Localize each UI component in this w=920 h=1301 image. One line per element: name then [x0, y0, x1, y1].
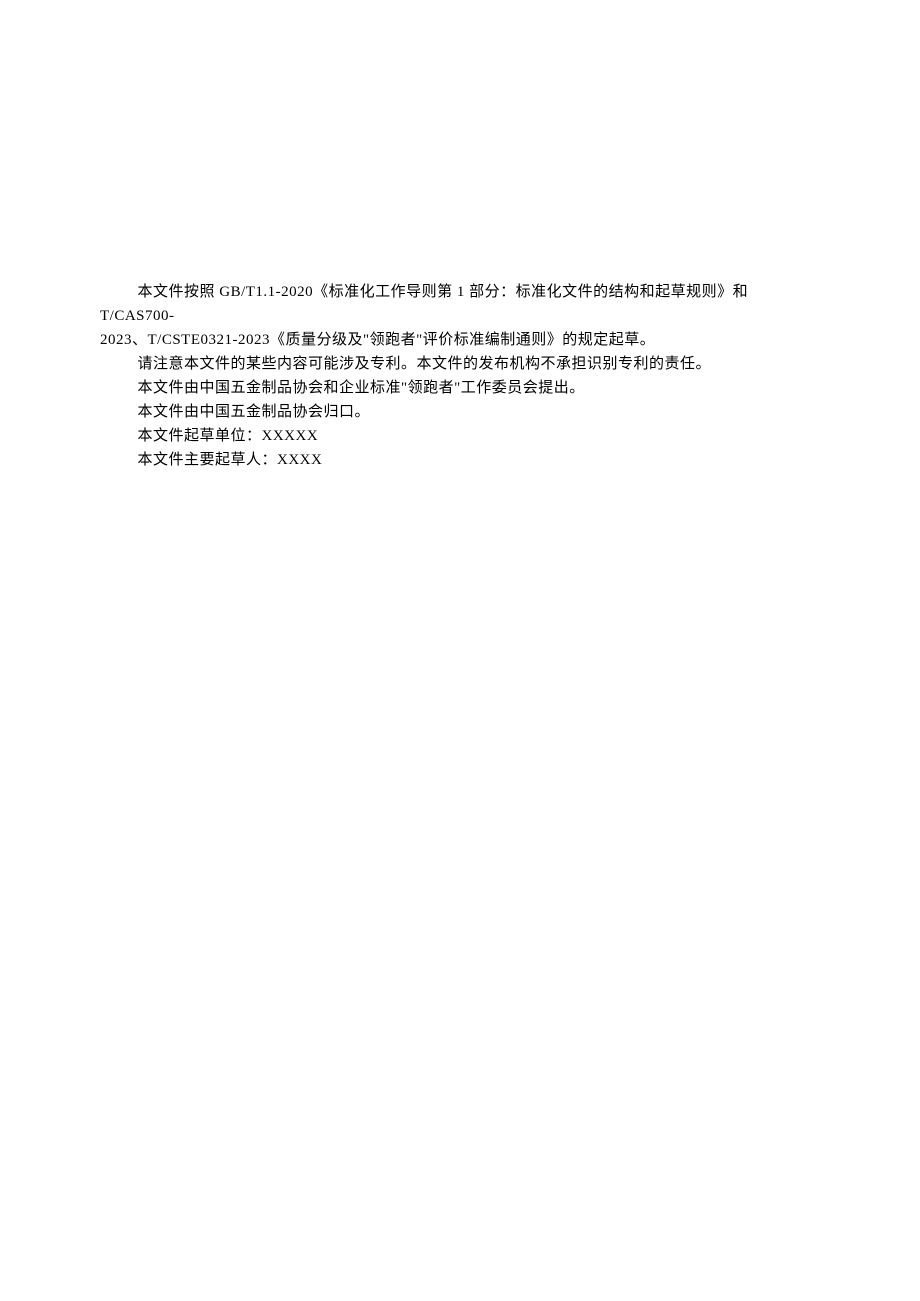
paragraph-2: 请注意本文件的某些内容可能涉及专利。本文件的发布机构不承担识别专利的责任。 — [100, 352, 820, 376]
paragraph-4: 本文件由中国五金制品协会归口。 — [100, 400, 820, 424]
paragraph-1-line1: 本文件按照 GB/T1.1-2020《标准化工作导则第 1 部分：标准化文件的结… — [100, 280, 820, 328]
paragraph-6: 本文件主要起草人：XXXX — [100, 448, 820, 472]
paragraph-5: 本文件起草单位：XXXXX — [100, 424, 820, 448]
paragraph-3: 本文件由中国五金制品协会和企业标准"领跑者"工作委员会提出。 — [100, 376, 820, 400]
paragraph-1-line2: 2023、T/CSTE0321-2023《质量分级及"领跑者"评价标准编制通则》… — [100, 328, 820, 352]
document-body: 本文件按照 GB/T1.1-2020《标准化工作导则第 1 部分：标准化文件的结… — [100, 280, 820, 472]
